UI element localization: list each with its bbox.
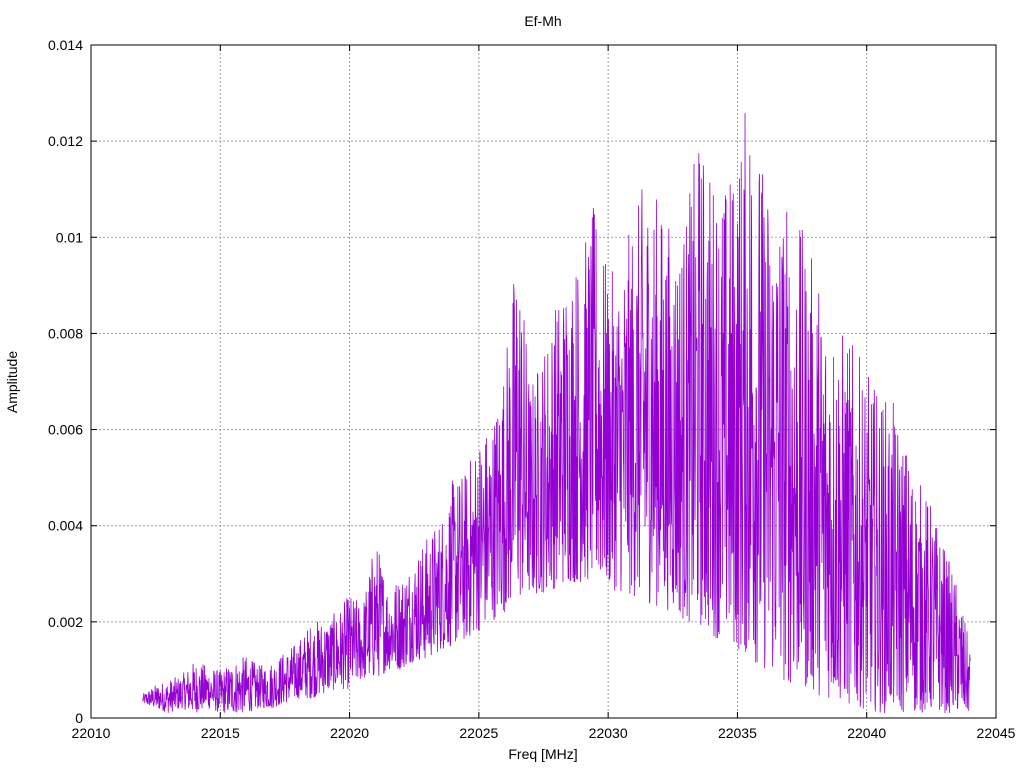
y-tick-label: 0.006 [48, 422, 83, 438]
x-tick-label: 22015 [201, 725, 240, 741]
series-layer [142, 113, 971, 714]
y-tick-label: 0.002 [48, 614, 83, 630]
y-tick-label: 0.01 [56, 229, 83, 245]
x-tick-labels: 22010 22015 22020 22025 22030 22035 22040 22045 [72, 725, 1016, 741]
y-tick-label: 0.012 [48, 133, 83, 149]
y-tick-label: 0.004 [48, 518, 83, 534]
x-tick-label: 22035 [718, 725, 757, 741]
x-tick-label: 22040 [847, 725, 886, 741]
y-tick-label: 0.008 [48, 325, 83, 341]
x-tick-label: 22045 [977, 725, 1016, 741]
x-tick-label: 22030 [589, 725, 628, 741]
x-tick-label: 22025 [459, 725, 498, 741]
series-line [142, 113, 971, 714]
y-tick-labels: 0 0.002 0.004 0.006 0.008 0.01 0.012 0.014 [48, 37, 83, 726]
chart: 22010 22015 22020 22025 22030 22035 22040 22045… [4, 13, 1016, 762]
chart-title: Ef-Mh [524, 13, 561, 29]
y-tick-label: 0 [75, 710, 83, 726]
x-tick-label: 22010 [72, 725, 111, 741]
y-axis-label: Amplitude [4, 351, 20, 413]
x-axis-label: Freq [MHz] [508, 746, 577, 762]
y-tick-label: 0.014 [48, 37, 83, 53]
x-tick-label: 22020 [330, 725, 369, 741]
